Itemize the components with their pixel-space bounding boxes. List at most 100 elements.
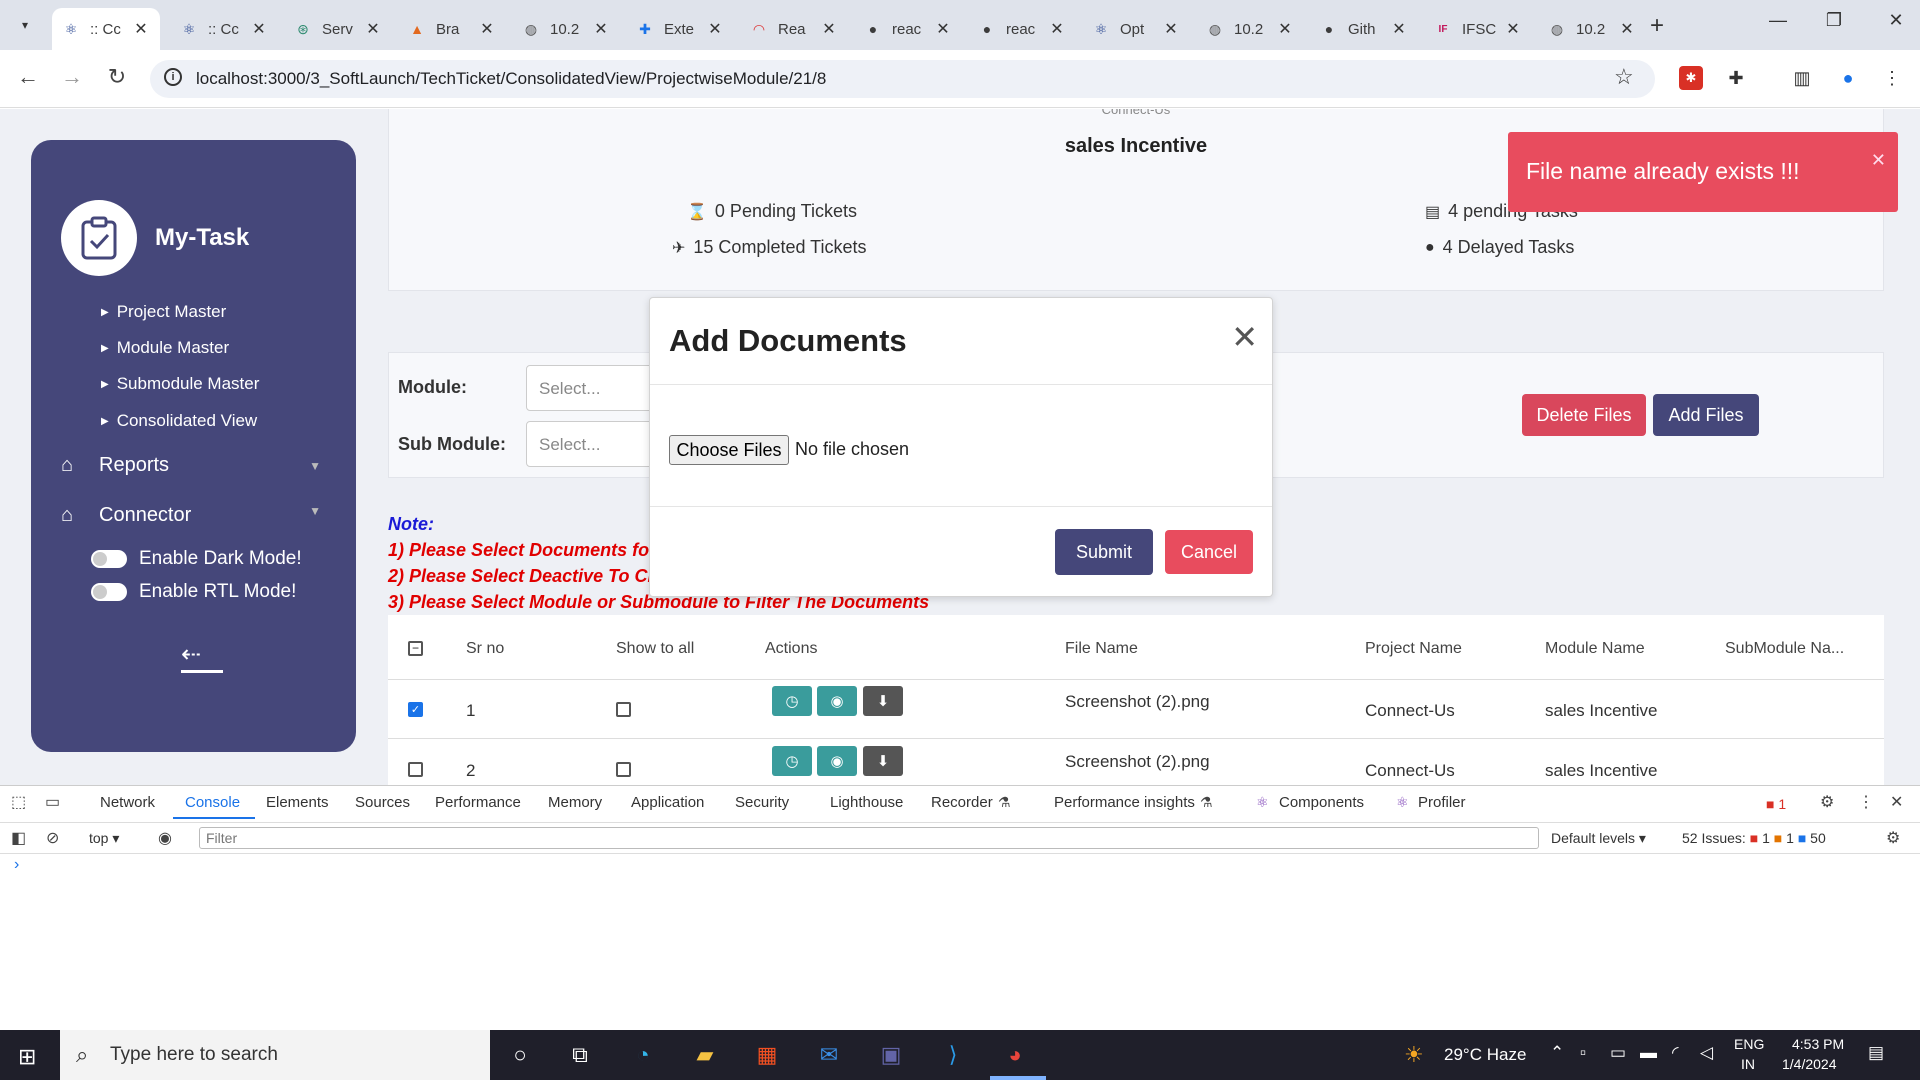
log-levels-select[interactable]: Default levels ▾ — [1551, 830, 1646, 847]
browser-tab[interactable]: ● reac ✕ — [854, 8, 962, 50]
history-icon[interactable]: ◷ — [772, 686, 812, 716]
extension-icon[interactable]: ✱ — [1679, 66, 1703, 90]
task-view-icon[interactable]: ⧉ — [563, 1038, 597, 1072]
teams-icon[interactable]: ▣ — [874, 1038, 908, 1072]
sidebar-item-connector[interactable]: ⌂ Connector ▼ — [61, 504, 321, 522]
browser-tab[interactable]: ⊛ Serv ✕ — [284, 8, 392, 50]
close-tab-icon[interactable]: ✕ — [1390, 19, 1408, 39]
devtools-tab-performance-insights[interactable]: Performance insights — [1054, 794, 1195, 811]
close-tab-icon[interactable]: ✕ — [1618, 19, 1636, 39]
devtools-tab-recorder[interactable]: Recorder — [931, 794, 993, 811]
console-settings-icon[interactable]: ⚙ — [1886, 828, 1900, 848]
issues-summary[interactable]: 52 Issues: ■ 1 ■ 1 ■ 50 — [1682, 830, 1826, 846]
sidebar-item-module-master[interactable]: ▶ Module Master — [101, 338, 229, 358]
rtl-mode-toggle[interactable] — [91, 583, 127, 601]
dark-mode-toggle[interactable] — [91, 550, 127, 568]
microsoft-store-icon[interactable]: ▦ — [750, 1038, 784, 1072]
weather-text[interactable]: 29°C Haze — [1444, 1045, 1526, 1065]
browser-tab[interactable]: ◍ 10.2 ✕ — [1538, 8, 1646, 50]
download-icon[interactable]: ⬇ — [863, 686, 903, 716]
close-tab-icon[interactable]: ✕ — [1504, 19, 1522, 39]
back-icon[interactable]: ← — [13, 64, 43, 90]
devtools-tab-lighthouse[interactable]: Lighthouse — [830, 794, 903, 811]
dark-mode-toggle-row[interactable]: Enable Dark Mode! — [91, 548, 302, 570]
device-toolbar-icon[interactable]: ▭ — [45, 792, 60, 812]
close-tab-icon[interactable]: ✕ — [364, 19, 382, 39]
error-badge[interactable]: ■ 1 — [1766, 796, 1786, 812]
taskbar-search-box[interactable]: ⌕ Type here to search — [60, 1030, 490, 1080]
more-options-icon[interactable]: ⋮ — [1858, 792, 1874, 812]
meet-now-icon[interactable]: ▭ — [1610, 1043, 1626, 1063]
browser-tab[interactable]: ● Gith ✕ — [1310, 8, 1418, 50]
clock-date[interactable]: 1/4/2024 — [1782, 1056, 1837, 1072]
sidebar-item-reports[interactable]: ⌂ Reports ▼ — [61, 454, 321, 477]
devtools-tab-memory[interactable]: Memory — [548, 794, 602, 811]
devtools-tab-console[interactable]: Console — [185, 794, 240, 811]
chrome-icon[interactable]: ◕ — [998, 1038, 1032, 1072]
wifi-icon[interactable]: ◜ — [1672, 1043, 1679, 1063]
delete-files-button[interactable]: Delete Files — [1522, 394, 1646, 436]
browser-tab[interactable]: ◍ 10.2 ✕ — [1196, 8, 1304, 50]
sidebar-item-consolidated-view[interactable]: ▶ Consolidated View — [101, 411, 257, 431]
close-tab-icon[interactable]: ✕ — [820, 19, 838, 39]
devtools-tab-network[interactable]: Network — [100, 794, 155, 811]
browser-menu-icon[interactable]: ⋮ — [1880, 66, 1904, 90]
notifications-icon[interactable]: ▤ — [1868, 1043, 1884, 1063]
minimize-icon[interactable]: — — [1758, 10, 1798, 31]
browser-tab[interactable]: IF IFSC ✕ — [1424, 8, 1532, 50]
choose-files-button[interactable]: Choose Files — [669, 435, 789, 465]
vscode-icon[interactable]: ⟩ — [936, 1038, 970, 1072]
cortana-icon[interactable]: ○ — [503, 1038, 537, 1072]
browser-tab[interactable]: ◍ 10.2 ✕ — [512, 8, 620, 50]
close-tab-icon[interactable]: ✕ — [1276, 19, 1294, 39]
battery-icon[interactable]: ▬ — [1640, 1043, 1657, 1063]
extensions-puzzle-icon[interactable]: ✚ — [1724, 66, 1748, 90]
row-select-checkbox[interactable]: ✓ — [408, 702, 423, 717]
devtools-tab-components[interactable]: Components — [1279, 794, 1364, 811]
sidebar-item-project-master[interactable]: ▶ Project Master — [101, 302, 226, 322]
reload-icon[interactable]: ↻ — [102, 64, 132, 90]
mail-icon[interactable]: ✉ — [812, 1038, 846, 1072]
download-icon[interactable]: ⬇ — [863, 746, 903, 776]
browser-tab[interactable]: ⚛ :: Cc ✕ — [52, 8, 160, 50]
edge-icon[interactable]: ◔ — [626, 1038, 660, 1072]
live-expression-eye-icon[interactable]: ◉ — [158, 828, 172, 848]
site-info-icon[interactable]: i — [164, 68, 182, 86]
profile-avatar-icon[interactable]: ● — [1836, 66, 1860, 90]
cancel-button[interactable]: Cancel — [1165, 530, 1253, 574]
close-tab-icon[interactable]: ✕ — [1162, 19, 1180, 39]
close-tab-icon[interactable]: ✕ — [934, 19, 952, 39]
submit-button[interactable]: Submit — [1055, 529, 1153, 575]
region-text[interactable]: IN — [1741, 1056, 1755, 1072]
close-tab-icon[interactable]: ✕ — [132, 19, 150, 39]
close-tab-icon[interactable]: ✕ — [592, 19, 610, 39]
url-text[interactable]: localhost:3000/3_SoftLaunch/TechTicket/C… — [196, 69, 826, 89]
close-tab-icon[interactable]: ✕ — [1048, 19, 1066, 39]
show-to-all-checkbox[interactable] — [616, 762, 631, 777]
devtools-tab-elements[interactable]: Elements — [266, 794, 329, 811]
close-devtools-icon[interactable]: ✕ — [1890, 792, 1903, 812]
close-toast-icon[interactable]: ✕ — [1871, 150, 1886, 171]
close-window-icon[interactable]: ✕ — [1876, 10, 1916, 31]
history-icon[interactable]: ◷ — [772, 746, 812, 776]
devtools-tab-security[interactable]: Security — [735, 794, 789, 811]
console-prompt-icon[interactable]: › — [14, 856, 19, 874]
add-files-button[interactable]: Add Files — [1653, 394, 1759, 436]
browser-tab[interactable]: ● reac ✕ — [968, 8, 1076, 50]
device-icon[interactable]: ▫ — [1580, 1043, 1586, 1063]
close-tab-icon[interactable]: ✕ — [478, 19, 496, 39]
context-select[interactable]: top ▾ — [89, 830, 119, 847]
close-icon[interactable]: ✕ — [1231, 318, 1258, 356]
inspect-element-icon[interactable]: ⬚ — [11, 792, 26, 812]
browser-tab[interactable]: ⚛ Opt ✕ — [1082, 8, 1190, 50]
devtools-tab-performance[interactable]: Performance — [435, 794, 521, 811]
devtools-tab-profiler[interactable]: Profiler — [1418, 794, 1466, 811]
new-tab-icon[interactable]: + — [1650, 12, 1664, 40]
side-panel-icon[interactable]: ▥ — [1790, 66, 1814, 90]
view-eye-icon[interactable]: ◉ — [817, 686, 857, 716]
browser-tab[interactable]: ▲ Bra ✕ — [398, 8, 506, 50]
settings-gear-icon[interactable]: ⚙ — [1820, 792, 1834, 812]
sidebar-item-submodule-master[interactable]: ▶ Submodule Master — [101, 374, 259, 394]
volume-icon[interactable]: ◁ — [1700, 1043, 1713, 1063]
bookmark-star-icon[interactable]: ☆ — [1614, 64, 1634, 90]
